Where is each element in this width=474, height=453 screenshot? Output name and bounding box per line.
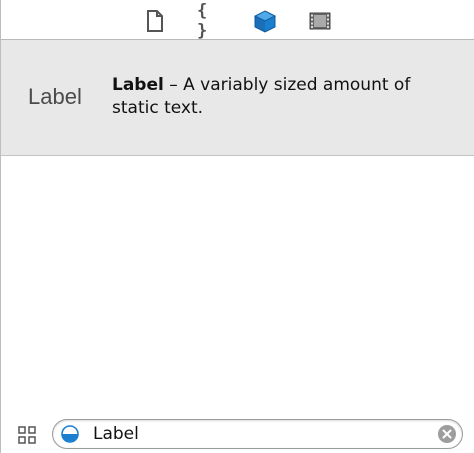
media-library-icon <box>309 12 331 30</box>
search-input[interactable] <box>93 423 423 445</box>
object-library-icon <box>253 10 277 33</box>
object-preview: Label <box>28 84 82 109</box>
filter-icon[interactable] <box>61 425 79 443</box>
library-search-field[interactable] <box>52 419 463 449</box>
code-snippet-icon: { } <box>197 1 210 41</box>
object-description: Label – A variably sized amount of stati… <box>112 74 452 120</box>
tab-file-templates[interactable] <box>142 8 168 34</box>
filter-bar <box>1 412 474 453</box>
tab-media-library[interactable] <box>307 8 333 34</box>
library-list-empty-area <box>1 156 474 412</box>
tab-object-library[interactable] <box>252 8 278 34</box>
grid-view-icon[interactable] <box>18 426 36 444</box>
object-name: Label <box>112 75 164 95</box>
library-pane: { } Label Label – A variably sized amoun… <box>0 0 474 453</box>
file-template-icon <box>147 10 163 32</box>
tab-code-snippets[interactable]: { } <box>197 1 223 41</box>
clear-search-icon[interactable] <box>438 425 456 443</box>
library-item-label[interactable]: Label Label – A variably sized amount of… <box>1 40 474 156</box>
library-selector-bar: { } <box>1 0 474 41</box>
